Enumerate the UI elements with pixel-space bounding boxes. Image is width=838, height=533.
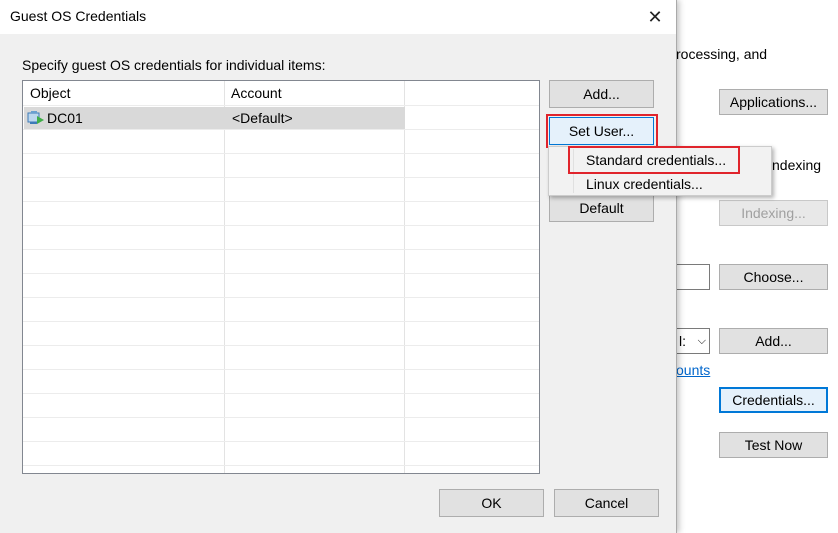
dialog-title: Guest OS Credentials [10,8,147,24]
menu-item-linux-credentials[interactable]: Linux credentials... [550,172,770,196]
close-icon[interactable]: ✕ [640,2,670,32]
row-divider [23,129,539,130]
path-input[interactable] [676,264,710,290]
column-divider [224,81,225,473]
column-header-account[interactable]: Account [224,81,404,105]
processing-text: rocessing, and [676,46,768,62]
dropdown-value: l: [679,333,686,349]
column-divider [404,81,405,473]
chevron-down-icon: ⌵ [697,335,706,347]
row-divider [23,201,539,202]
ok-button[interactable]: OK [439,489,544,517]
credentials-button[interactable]: Credentials... [719,387,828,413]
add-button[interactable]: Add... [549,80,654,108]
menu-item-standard-credentials[interactable]: Standard credentials... [550,148,770,172]
row-divider [23,321,539,322]
add-account-button[interactable]: Add... [719,328,828,354]
row-divider [23,297,539,298]
row-divider [23,177,539,178]
credentials-table: Object Account DC01 <Default> [22,80,540,474]
title-bar: Guest OS Credentials ✕ [0,0,676,34]
row-divider [23,273,539,274]
row-divider [23,153,539,154]
test-now-button[interactable]: Test Now [719,432,828,458]
header-divider [23,105,539,106]
applications-button[interactable]: Applications... [719,89,828,115]
row-divider [23,441,539,442]
column-header-object[interactable]: Object [23,81,224,105]
account-cell: <Default> [232,110,293,126]
indexing-text: ndexing [772,157,822,173]
row-divider [23,393,539,394]
guest-os-credentials-dialog: Guest OS Credentials ✕ Specify guest OS … [0,0,677,533]
row-divider [23,345,539,346]
set-user-button[interactable]: Set User... [549,117,654,145]
vm-icon [27,111,44,124]
cancel-button[interactable]: Cancel [554,489,659,517]
default-button[interactable]: Default [549,194,654,222]
object-cell: DC01 [47,110,83,126]
accounts-link[interactable]: ounts [676,362,710,378]
instruction-label: Specify guest OS credentials for individ… [22,57,326,73]
row-divider [23,225,539,226]
row-divider [23,369,539,370]
account-dropdown[interactable]: l: ⌵ [676,328,710,354]
indexing-button[interactable]: Indexing... [719,200,828,226]
row-divider [23,417,539,418]
row-divider [23,465,539,466]
set-user-context-menu: Standard credentials... Linux credential… [548,146,772,196]
row-divider [23,249,539,250]
choose-button[interactable]: Choose... [719,264,828,290]
